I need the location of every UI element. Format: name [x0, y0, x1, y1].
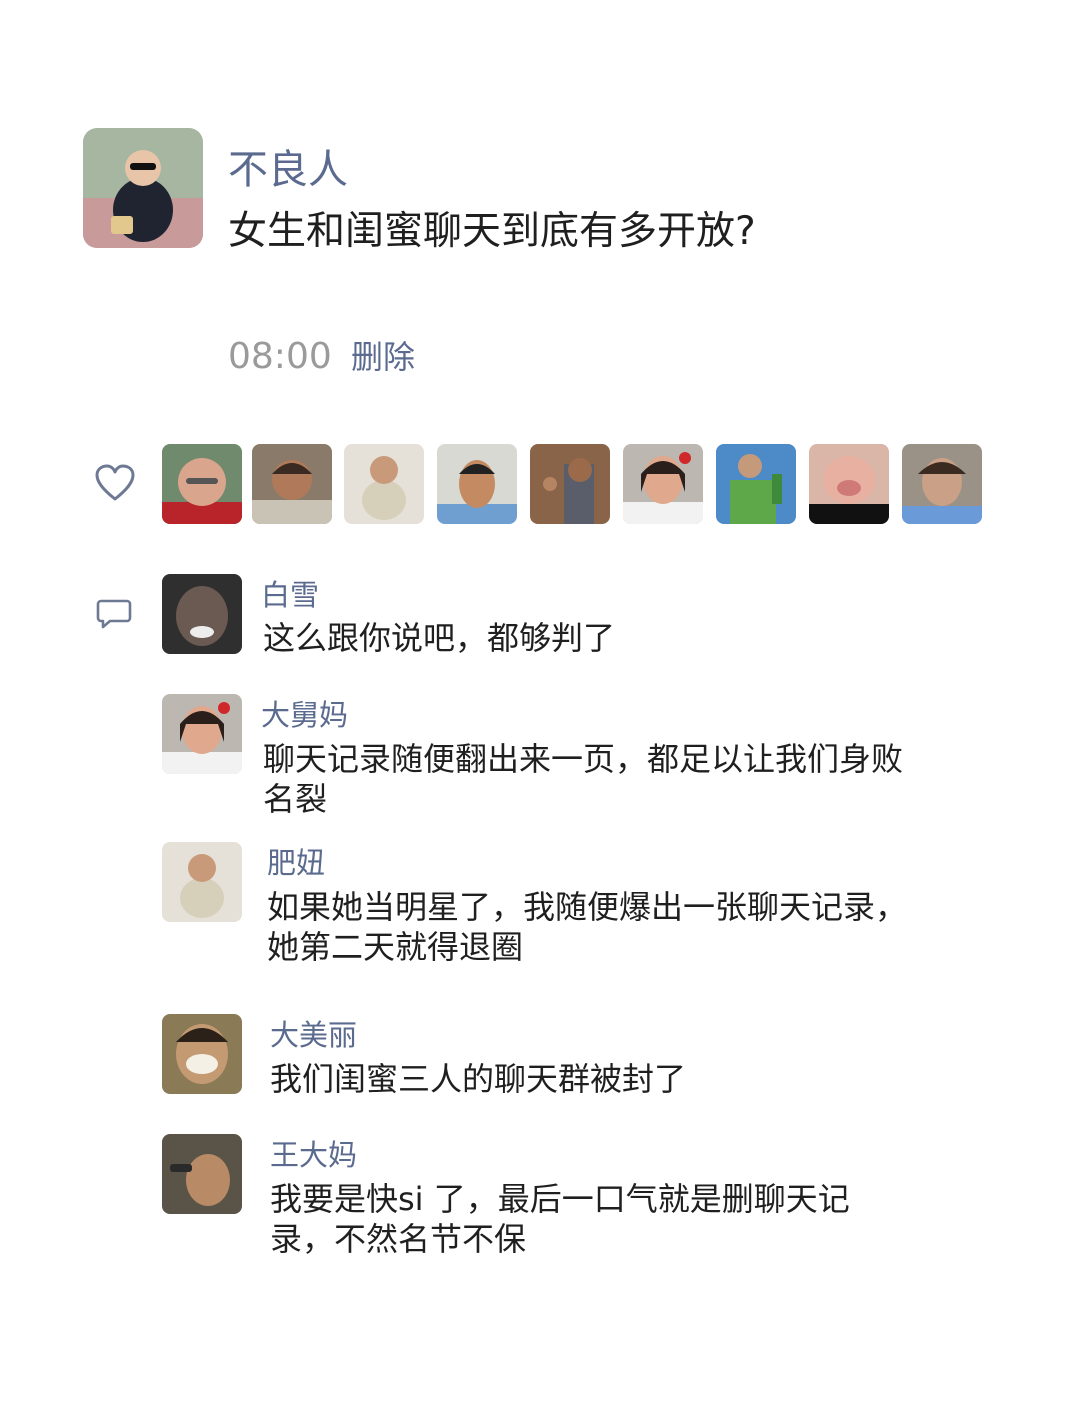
like-avatar[interactable]	[809, 444, 889, 524]
comment-text: 如果她当明星了，我随便爆出一张聊天记录，她第二天就得退圈	[267, 888, 908, 966]
comment-avatar[interactable]	[162, 842, 242, 922]
comment-avatar[interactable]	[162, 1134, 242, 1214]
comment-avatar[interactable]	[162, 574, 242, 654]
like-avatar[interactable]	[252, 444, 332, 524]
like-avatar[interactable]	[902, 444, 982, 524]
comment-text: 聊天记录随便翻出来一页，都足以让我们身败名裂	[263, 740, 904, 818]
comment-author[interactable]: 大舅妈	[261, 697, 348, 733]
comment-author[interactable]: 白雪	[261, 577, 319, 613]
like-avatar[interactable]	[162, 444, 242, 524]
comment-text: 这么跟你说吧，都够判了	[263, 619, 616, 657]
post-content: 女生和闺蜜聊天到底有多开放?	[228, 209, 756, 254]
like-avatar[interactable]	[344, 444, 424, 524]
post-author-name[interactable]: 不良人	[228, 146, 348, 194]
comment-icon[interactable]	[96, 598, 132, 630]
comment-text: 我要是快si 了，最后一口气就是删聊天记录，不然名节不保	[270, 1180, 850, 1258]
comment-author[interactable]: 王大妈	[270, 1137, 357, 1173]
comment-text: 我们闺蜜三人的聊天群被封了	[270, 1060, 687, 1098]
delete-button[interactable]: 删除	[351, 334, 415, 380]
post-author-avatar[interactable]	[83, 128, 203, 248]
like-avatar[interactable]	[716, 444, 796, 524]
like-avatar[interactable]	[437, 444, 517, 524]
post-timestamp: 08:00	[228, 336, 332, 377]
like-avatar[interactable]	[623, 444, 703, 524]
comment-author[interactable]: 肥妞	[267, 845, 325, 881]
comment-avatar[interactable]	[162, 1014, 242, 1094]
comment-avatar[interactable]	[162, 694, 242, 774]
comment-author[interactable]: 大美丽	[270, 1017, 357, 1053]
like-avatar[interactable]	[530, 444, 610, 524]
heart-icon[interactable]	[95, 464, 135, 502]
